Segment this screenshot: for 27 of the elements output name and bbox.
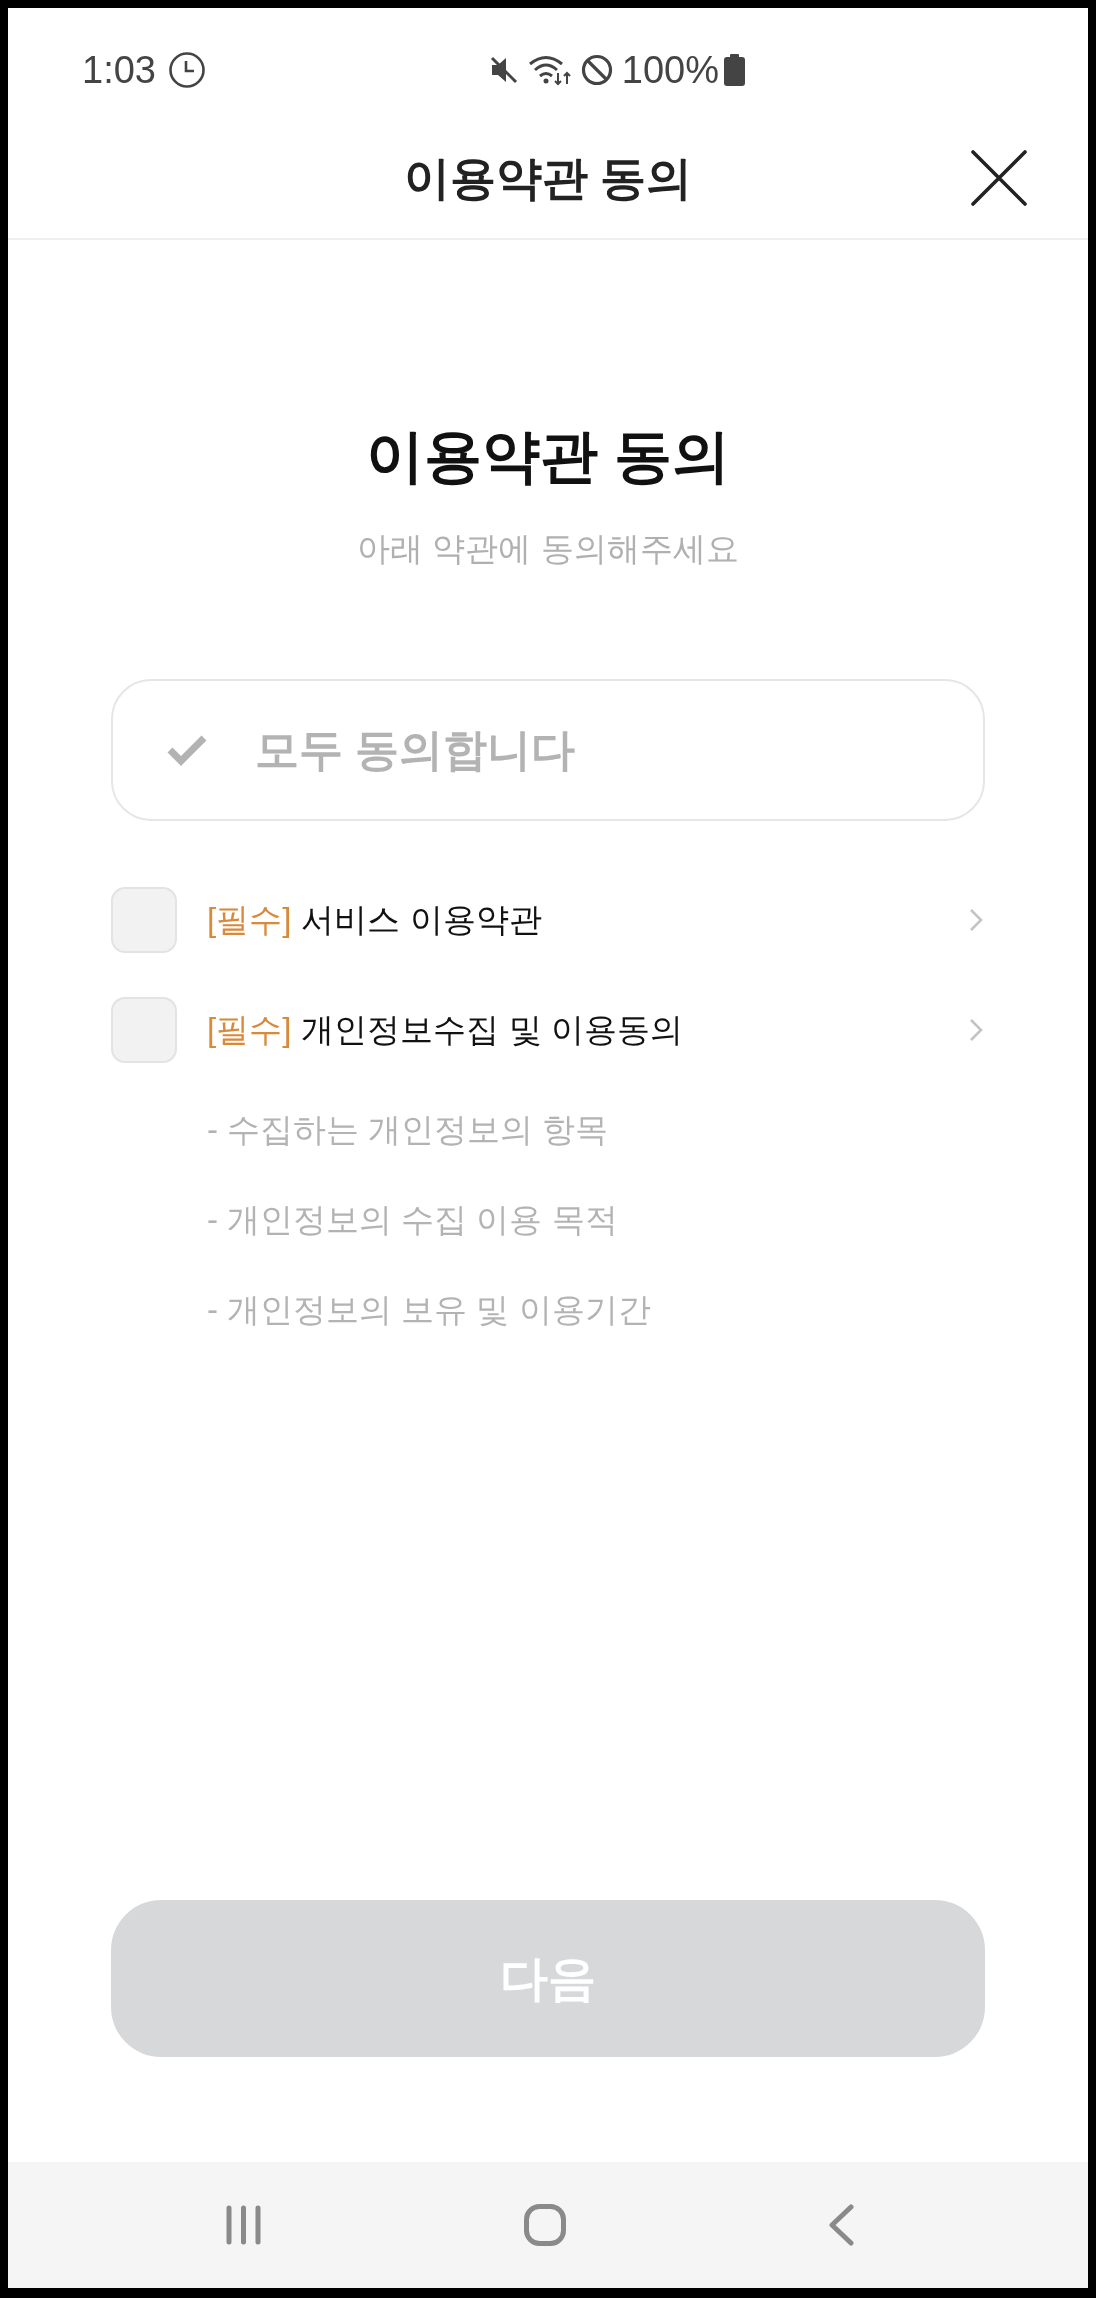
term-label: 개인정보수집 및 이용동의 xyxy=(301,1009,683,1050)
term-label: 서비스 이용약관 xyxy=(301,899,542,940)
battery-percent: 100% xyxy=(621,48,719,92)
required-tag: [필수] xyxy=(207,898,292,941)
chevron-right-icon[interactable] xyxy=(969,1017,983,1042)
page-subtitle: 아래 약관에 동의해주세요 xyxy=(357,529,739,569)
home-icon[interactable] xyxy=(524,2204,566,2246)
back-icon[interactable] xyxy=(828,2204,854,2246)
header-title: 이용약관 동의 xyxy=(403,151,693,206)
page-title: 이용약관 동의 xyxy=(365,422,731,490)
mute-icon xyxy=(488,55,519,85)
wifi-icon xyxy=(527,54,572,86)
recents-icon[interactable] xyxy=(225,2205,262,2245)
status-time: 1:03 xyxy=(82,48,156,92)
agree-all-button[interactable]: 모두 동의합니다 xyxy=(111,679,985,821)
term-detail: - 수집하는 개인정보의 항목 xyxy=(207,1110,609,1150)
term-checkbox[interactable] xyxy=(111,996,177,1063)
term-checkbox[interactable] xyxy=(111,886,177,953)
battery-icon xyxy=(724,54,745,86)
check-icon xyxy=(167,734,207,766)
clock-icon xyxy=(167,51,206,89)
do-not-disturb-icon xyxy=(580,54,613,86)
chevron-right-icon[interactable] xyxy=(969,907,983,932)
required-tag: [필수] xyxy=(207,1008,292,1051)
term-detail: - 개인정보의 보유 및 이용기간 xyxy=(207,1290,651,1330)
term-detail: - 개인정보의 수집 이용 목적 xyxy=(207,1200,618,1240)
close-icon[interactable] xyxy=(971,150,1027,206)
